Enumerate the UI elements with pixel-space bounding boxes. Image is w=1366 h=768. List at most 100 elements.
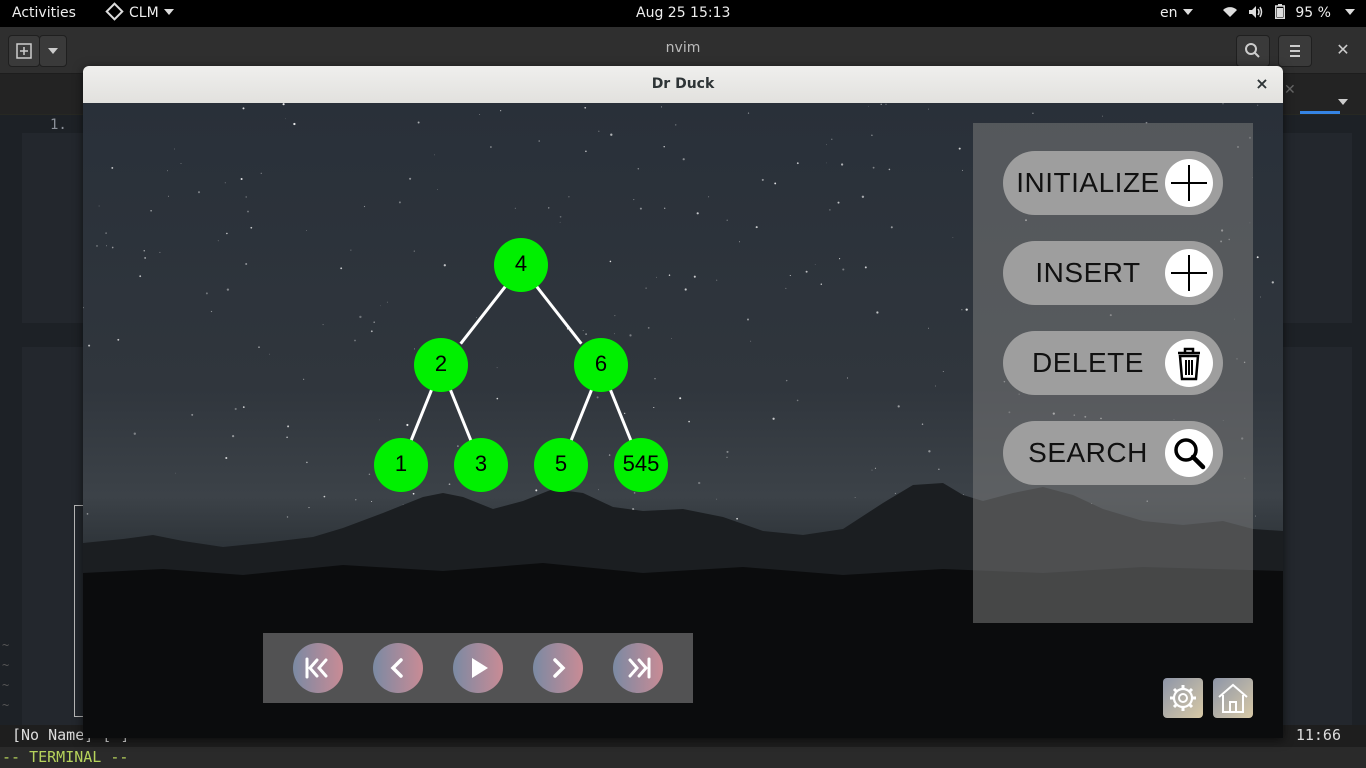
search-button[interactable] (1236, 35, 1270, 67)
star (217, 240, 219, 242)
tabs-dropdown-chevron-down-icon[interactable] (1338, 90, 1348, 109)
star (1259, 296, 1261, 298)
battery-percentage: 95 % (1295, 5, 1331, 21)
play-button[interactable] (453, 643, 503, 693)
star (772, 417, 775, 420)
star (831, 138, 833, 140)
star (952, 237, 954, 238)
star (479, 114, 481, 115)
star (568, 196, 570, 198)
tree-node-leaf[interactable]: 5 (534, 438, 588, 492)
star (872, 166, 875, 169)
star (496, 367, 498, 369)
chevron-down-icon (163, 9, 174, 15)
star (610, 133, 613, 136)
star (927, 108, 929, 110)
star (409, 177, 412, 180)
star (871, 134, 873, 136)
dr-duck-window: Dr Duck × 4 2 6 1 3 5 545 INITIALIZE INS… (83, 66, 1283, 738)
star (111, 166, 114, 169)
tree-node[interactable]: 2 (414, 338, 468, 392)
star (726, 450, 729, 453)
star (437, 188, 439, 190)
star (596, 396, 599, 399)
delete-button[interactable]: DELETE (1003, 331, 1223, 395)
star (434, 154, 436, 156)
star (582, 329, 584, 332)
operations-panel: INITIALIZE INSERT DELETE SEARCH (973, 123, 1253, 623)
star (965, 308, 968, 311)
chevron-down-icon (1182, 9, 1193, 15)
star (250, 226, 253, 229)
star (684, 288, 687, 291)
hamburger-menu-button[interactable] (1278, 35, 1312, 67)
power-menu-chevron-down-icon (1345, 9, 1356, 15)
tree-node[interactable]: 6 (574, 338, 628, 392)
star (663, 145, 665, 148)
step-forward-button[interactable] (533, 643, 583, 693)
star (225, 456, 228, 460)
star (96, 244, 98, 247)
tab-close-icon[interactable]: ✕ (1284, 82, 1296, 98)
star (890, 226, 893, 229)
step-forward-icon (553, 658, 566, 678)
star (260, 172, 262, 174)
star (538, 140, 540, 142)
star (500, 110, 502, 112)
star (514, 207, 516, 209)
star (359, 315, 362, 319)
star (242, 406, 245, 408)
star (144, 257, 146, 259)
star (496, 397, 499, 400)
search-icon (1165, 429, 1213, 477)
tree-node-leaf[interactable]: 3 (454, 438, 508, 492)
volume-icon (1248, 5, 1268, 21)
tree-node-root[interactable]: 4 (494, 238, 548, 292)
star (139, 275, 142, 278)
skip-to-start-button[interactable] (293, 643, 343, 693)
star (226, 288, 230, 291)
star (840, 163, 844, 166)
insert-button[interactable]: INSERT (1003, 241, 1223, 305)
skip-to-end-button[interactable] (613, 643, 663, 693)
clock[interactable]: Aug 25 15:13 (636, 0, 730, 27)
app-menu[interactable]: CLM (105, 0, 174, 27)
star (921, 423, 924, 425)
plus-icon (1165, 249, 1213, 297)
star (489, 146, 492, 148)
search-button[interactable]: SEARCH (1003, 421, 1223, 485)
star (210, 310, 213, 313)
initialize-button[interactable]: INITIALIZE (1003, 151, 1223, 215)
home-button[interactable] (1213, 678, 1253, 718)
window-titlebar[interactable]: Dr Duck × (83, 66, 1283, 104)
star (750, 340, 752, 342)
star (1032, 112, 1034, 115)
app-icon (105, 2, 124, 21)
star (639, 207, 642, 210)
settings-button[interactable] (1163, 678, 1203, 718)
star (197, 191, 201, 194)
language-selector[interactable]: en (1160, 0, 1193, 27)
tree-node-leaf[interactable]: 545 (614, 438, 668, 492)
step-back-button[interactable] (373, 643, 423, 693)
settings-gear-icon (1170, 685, 1196, 711)
vim-mode-line: -- TERMINAL -- (0, 747, 1366, 768)
activities-button[interactable]: Activities (12, 0, 76, 27)
star (247, 210, 249, 213)
star (647, 326, 650, 329)
star (842, 268, 845, 271)
float-border (74, 505, 83, 717)
star (231, 434, 235, 438)
star (761, 178, 764, 181)
window-close-button[interactable]: × (1251, 73, 1273, 95)
search-icon (1245, 43, 1260, 58)
skip-to-end-icon (628, 657, 651, 679)
star (796, 399, 799, 402)
star (864, 266, 867, 269)
terminal-close-button[interactable]: ✕ (1330, 35, 1356, 65)
system-status-area[interactable]: 95 % (1222, 0, 1361, 27)
star (167, 170, 168, 172)
star (378, 419, 380, 421)
star (414, 348, 416, 350)
tree-node-leaf[interactable]: 1 (374, 438, 428, 492)
